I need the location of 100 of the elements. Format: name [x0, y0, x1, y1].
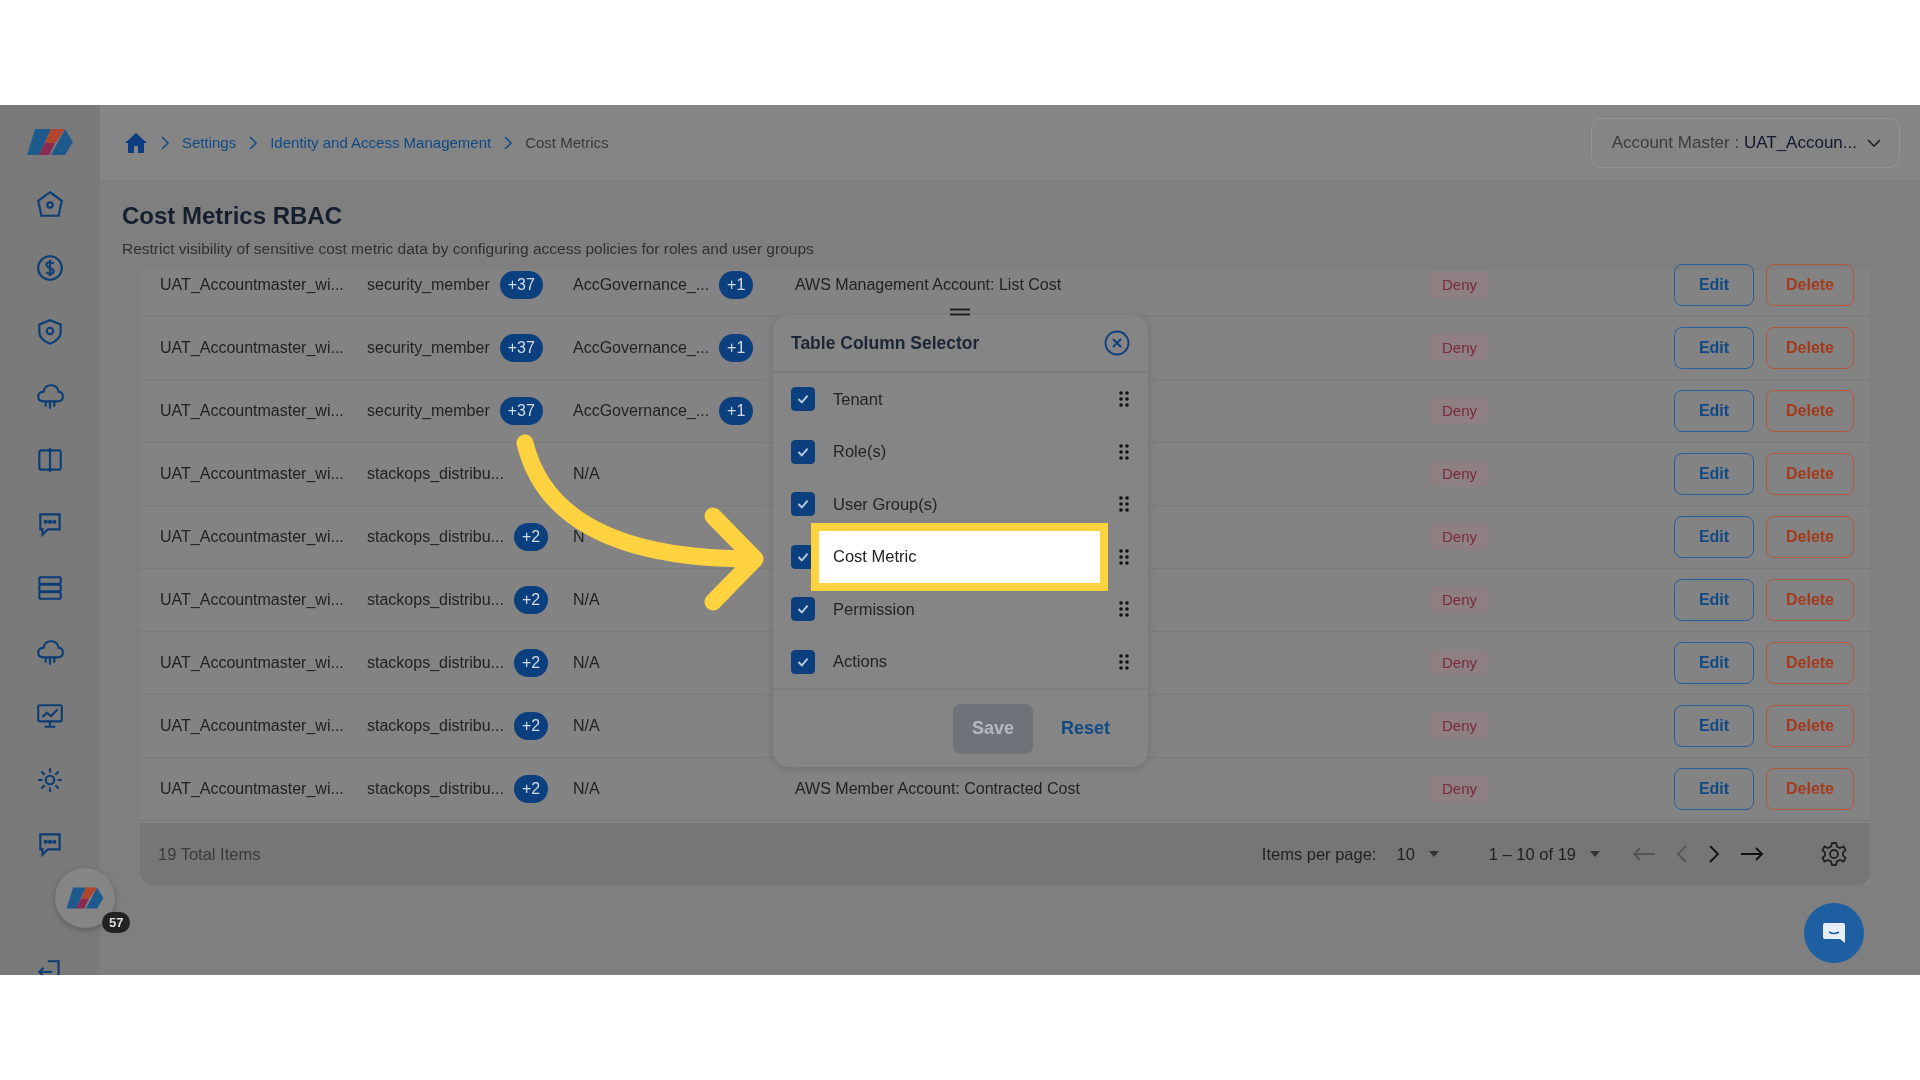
drag-grip-icon[interactable] [1118, 442, 1130, 461]
notification-count: 57 [102, 912, 131, 933]
column-label: Permission [833, 598, 916, 620]
table-cell: AWS Member Account: Contracted Cost [795, 780, 1080, 797]
count-badge[interactable]: +37 [499, 334, 543, 362]
count-badge[interactable]: +37 [499, 397, 543, 425]
table-cell: N [573, 528, 585, 546]
count-badge[interactable]: +2 [513, 649, 549, 677]
count-badge[interactable]: +1 [719, 397, 754, 425]
table-cell: AccGovernance_... [573, 402, 710, 420]
table-cell: security_member [367, 339, 490, 357]
edit-button[interactable]: Edit [1674, 642, 1754, 684]
page-title: Cost Metrics RBAC [122, 202, 344, 230]
home-icon[interactable] [124, 131, 148, 154]
table-cell: stackops_distribu... [367, 654, 504, 672]
edit-button[interactable]: Edit [1674, 516, 1754, 558]
account-selector[interactable]: Account Master : UAT_Accoun... [1590, 117, 1900, 168]
table-cell: N/A [573, 465, 600, 483]
drag-grip-icon[interactable] [1118, 547, 1130, 566]
drag-handle-icon[interactable] [950, 308, 970, 316]
edit-button[interactable]: Edit [1674, 453, 1754, 495]
permission-tag: Deny [1430, 649, 1490, 676]
cloud-icon[interactable] [35, 381, 65, 411]
table-cell-text: UAT_Accountmaster_wi... [160, 591, 345, 609]
server-icon[interactable] [35, 573, 65, 603]
page-description: Restrict visibility of sensitive cost metric data by configuring access policies for roles and user groups [122, 240, 815, 258]
table-cell: N/A [573, 780, 600, 798]
delete-button[interactable]: Delete [1766, 453, 1854, 495]
delete-button[interactable]: Delete [1766, 264, 1854, 306]
drag-grip-icon[interactable] [1118, 495, 1130, 514]
drag-grip-icon[interactable] [1118, 390, 1130, 409]
edit-button[interactable]: Edit [1674, 390, 1754, 432]
breadcrumb-link[interactable]: Settings [182, 134, 237, 151]
count-badge[interactable]: +2 [513, 586, 549, 614]
table-cell: N/A [573, 717, 600, 735]
chat-button[interactable] [1804, 903, 1864, 963]
table-cell-text: UAT_Accountmaster_wi... [160, 654, 345, 672]
table-cell-text: UAT_Accountmaster_wi... [160, 465, 345, 483]
delete-button[interactable]: Delete [1766, 327, 1854, 369]
book-icon[interactable] [35, 445, 65, 475]
count-badge[interactable]: +37 [499, 271, 543, 299]
panel-title: Table Column Selector [791, 332, 980, 354]
permission-tag: Deny [1430, 775, 1490, 802]
breadcrumb-link[interactable]: Identity and Access Management [270, 134, 492, 151]
caret-icon[interactable] [1867, 138, 1881, 147]
table-cell: N/A [573, 591, 600, 609]
total-items: 19 Total Items [158, 844, 261, 864]
permission-tag: Deny [1430, 712, 1490, 739]
dollar-icon[interactable] [35, 253, 65, 283]
count-badge[interactable]: +1 [719, 334, 754, 362]
logo-icon[interactable] [65, 886, 105, 910]
delete-button[interactable]: Delete [1766, 642, 1854, 684]
table-cell: AWS Management Account: List Cost [795, 276, 1062, 293]
caret-icon[interactable] [1590, 851, 1600, 857]
delete-button[interactable]: Delete [1766, 390, 1854, 432]
table-cell: security_member [367, 276, 490, 294]
edit-button[interactable]: Edit [1674, 768, 1754, 810]
edit-button[interactable]: Edit [1674, 264, 1754, 306]
table-cell-text: UAT_Accountmaster_wi... [160, 780, 345, 798]
last-page-icon[interactable] [1740, 846, 1764, 862]
count-badge[interactable]: +2 [513, 712, 549, 740]
delete-button[interactable]: Delete [1766, 579, 1854, 621]
column-label: Actions [833, 651, 889, 673]
page-size-select[interactable]: 10 [1396, 844, 1469, 864]
table-cell: AccGovernance_... [573, 339, 710, 357]
count-badge[interactable]: +1 [719, 271, 754, 299]
table-cell: stackops_distribu... [367, 528, 504, 546]
page-range-select[interactable]: 1 – 10 of 19 [1488, 844, 1612, 864]
delete-button[interactable]: Delete [1766, 516, 1854, 558]
delete-button[interactable]: Delete [1766, 768, 1854, 810]
table-cell: stackops_distribu... [367, 465, 504, 483]
drag-grip-icon[interactable] [1118, 600, 1130, 619]
delete-button[interactable]: Delete [1766, 705, 1854, 747]
permission-tag: Deny [1430, 523, 1490, 550]
table-cell-text: UAT_Accountmaster_wi... [160, 402, 345, 420]
reset-button[interactable]: Reset [1060, 718, 1110, 739]
edit-button[interactable]: Edit [1674, 327, 1754, 369]
next-page-icon[interactable] [1708, 845, 1720, 863]
column-label: Role(s) [833, 441, 888, 463]
chevron-right-icon [248, 134, 259, 151]
count-badge[interactable]: +2 [513, 775, 549, 803]
permission-tag: Deny [1430, 271, 1490, 298]
close-icon[interactable] [1104, 330, 1130, 356]
home-icon[interactable] [35, 189, 65, 219]
settings-icon[interactable] [1820, 840, 1848, 868]
table-cell-text: UAT_Accountmaster_wi... [160, 276, 345, 294]
table-cell: security_member [367, 402, 490, 420]
monitor-icon[interactable] [35, 701, 65, 731]
edit-button[interactable]: Edit [1674, 579, 1754, 621]
permission-tag: Deny [1430, 334, 1490, 361]
edit-button[interactable]: Edit [1674, 705, 1754, 747]
table-cell: stackops_distribu... [367, 717, 504, 735]
table-cell-text: UAT_Accountmaster_wi... [160, 528, 345, 546]
shield-icon[interactable] [35, 317, 65, 347]
table-cell: stackops_distribu... [367, 591, 504, 609]
count-badge[interactable]: +2 [513, 523, 549, 551]
caret-icon[interactable] [1428, 851, 1439, 857]
permission-tag: Deny [1430, 397, 1490, 424]
cloud-icon[interactable] [35, 637, 65, 667]
drag-grip-icon[interactable] [1118, 652, 1130, 671]
